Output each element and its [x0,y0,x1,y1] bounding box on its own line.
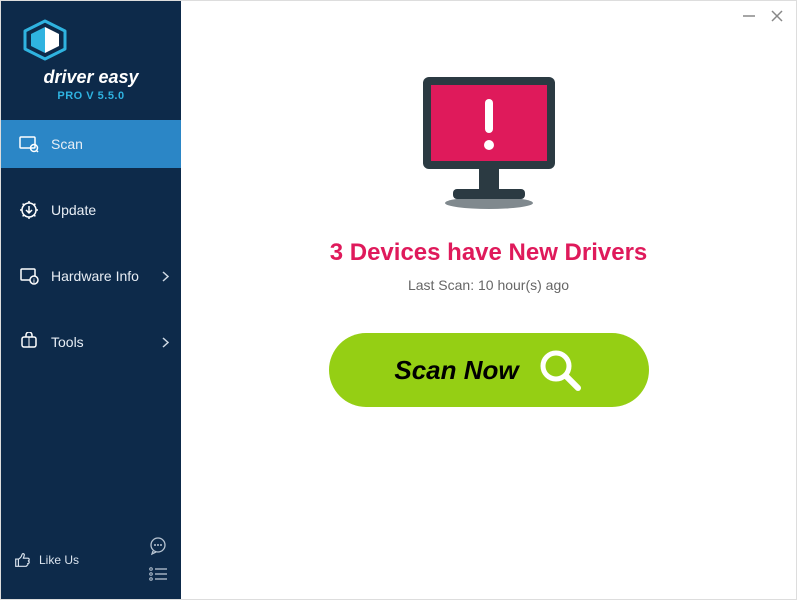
close-button[interactable] [770,9,784,23]
like-us-label: Like Us [39,553,79,567]
nav-label: Hardware Info [51,268,139,284]
menu-list-button[interactable] [147,563,169,585]
app-body: driver easy PRO V 5.5.0 Scan Update [1,1,796,599]
nav-item-scan[interactable]: Scan [1,120,181,168]
status-headline: 3 Devices have New Drivers [330,239,648,267]
brand-version: PRO V 5.5.0 [21,90,161,102]
last-scan-text: Last Scan: 10 hour(s) ago [408,277,569,293]
main-panel: 3 Devices have New Drivers Last Scan: 10… [181,1,796,599]
brand-name: driver easy [21,67,161,88]
chevron-right-icon [162,271,169,282]
like-us-button[interactable]: Like Us [13,551,79,569]
scan-icon [19,134,39,154]
nav-item-update[interactable]: Update [1,186,181,234]
chevron-right-icon [162,337,169,348]
feedback-button[interactable] [147,535,169,557]
nav: Scan Update i Hardware Info [1,120,181,384]
nav-item-hardware-info[interactable]: i Hardware Info [1,252,181,300]
sidebar: driver easy PRO V 5.5.0 Scan Update [1,1,181,599]
logo-block: driver easy PRO V 5.5.0 [1,1,181,112]
scan-now-label: Scan Now [394,355,518,386]
sidebar-footer: Like Us [1,525,181,599]
nav-label: Scan [51,136,83,152]
thumbs-up-icon [13,551,31,569]
nav-label: Update [51,202,96,218]
alert-monitor-icon [409,71,569,219]
minimize-button[interactable] [742,9,756,23]
gear-download-icon [19,200,39,220]
app-window: driver easy PRO V 5.5.0 Scan Update [0,0,797,600]
logo-icon [21,19,161,61]
scan-now-button[interactable]: Scan Now [329,333,649,407]
search-icon [537,347,583,393]
nav-label: Tools [51,334,84,350]
nav-item-tools[interactable]: Tools [1,318,181,366]
titlebar [730,1,796,31]
hardware-info-icon: i [19,266,39,286]
tools-icon [19,332,39,352]
